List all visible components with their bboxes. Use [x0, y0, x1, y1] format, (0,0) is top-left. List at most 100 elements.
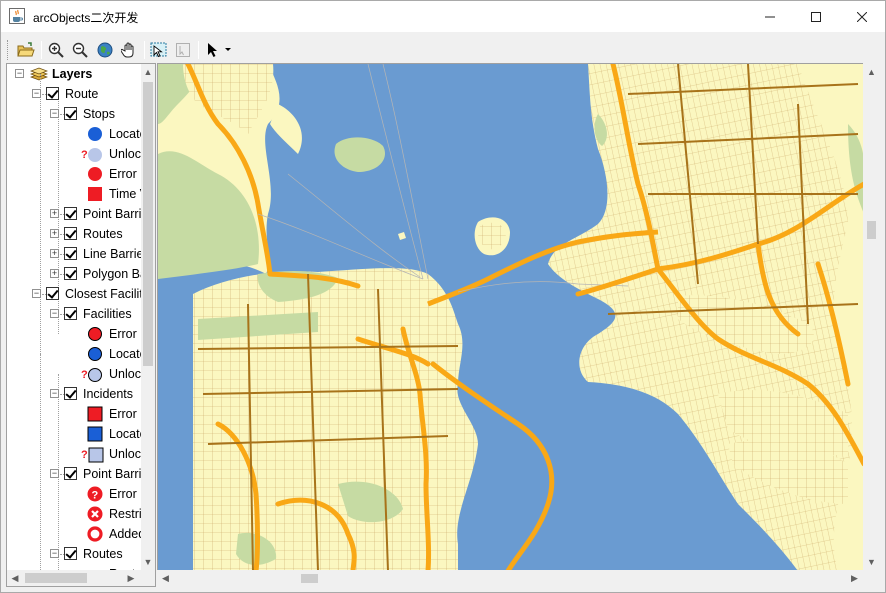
toc-layer-row[interactable]: ? Unlocated: [7, 364, 141, 384]
toc-layer-row[interactable]: − Route: [7, 84, 141, 104]
layer-visibility-checkbox[interactable]: [46, 287, 59, 300]
legend-class-label: Error: [109, 167, 137, 181]
toc-layer-row[interactable]: Located: [7, 424, 141, 444]
toc-layer-row[interactable]: Time Violation: [7, 184, 141, 204]
select-features-button[interactable]: [148, 39, 170, 61]
layer-visibility-checkbox[interactable]: [64, 387, 77, 400]
toc-layer-row[interactable]: − Incidents: [7, 384, 141, 404]
minimize-button[interactable]: [747, 1, 793, 32]
scroll-thumb[interactable]: [143, 82, 153, 366]
scroll-left-arrow-icon[interactable]: ◀: [157, 570, 174, 587]
collapse-toggle[interactable]: −: [32, 89, 41, 98]
collapse-toggle[interactable]: −: [50, 309, 59, 318]
collapse-toggle[interactable]: −: [50, 549, 59, 558]
toc-layer-row[interactable]: Error: [7, 324, 141, 344]
layer-visibility-checkbox[interactable]: [64, 247, 77, 260]
scroll-thumb[interactable]: [25, 573, 87, 583]
full-extent-button[interactable]: [94, 39, 116, 61]
red-square-symbol-icon: [87, 406, 103, 422]
collapse-toggle[interactable]: −: [15, 69, 24, 78]
scroll-up-arrow-icon[interactable]: ▲: [863, 63, 880, 80]
scroll-thumb[interactable]: [867, 221, 876, 239]
title-bar[interactable]: arcObjects二次开发: [1, 1, 885, 32]
unlocated-circle-symbol-icon: ?: [81, 148, 102, 162]
toc-layer-row[interactable]: Located: [7, 124, 141, 144]
layer-name-label: Incidents: [83, 387, 134, 401]
toc-layer-row[interactable]: ? Error: [7, 484, 141, 504]
expand-toggle[interactable]: +: [50, 229, 59, 238]
expand-toggle[interactable]: +: [50, 249, 59, 258]
toc-layer-row[interactable]: Added Cost: [7, 524, 141, 544]
layer-visibility-checkbox[interactable]: [64, 467, 77, 480]
scroll-corner: [863, 570, 880, 587]
globe-icon: [97, 42, 113, 58]
toolbar: [1, 37, 885, 63]
collapse-toggle[interactable]: −: [50, 469, 59, 478]
zoom-out-button[interactable]: [69, 39, 91, 61]
toc-layer-row[interactable]: − Point Barriers: [7, 464, 141, 484]
toc-layer-row[interactable]: + Point Barriers: [7, 204, 141, 224]
layer-visibility-checkbox[interactable]: [64, 307, 77, 320]
layer-name-label: Point Barriers: [83, 467, 141, 481]
map-canvas[interactable]: [158, 64, 863, 570]
scroll-down-arrow-icon[interactable]: ▼: [863, 553, 880, 570]
layer-visibility-checkbox[interactable]: [46, 87, 59, 100]
toc-horizontal-scrollbar[interactable]: ◀ ▶: [7, 570, 141, 586]
toc-layer-row[interactable]: Restricted: [7, 504, 141, 524]
scroll-thumb[interactable]: [301, 574, 318, 583]
scroll-corner: [141, 570, 155, 586]
zoom-in-button[interactable]: [45, 39, 67, 61]
scroll-right-arrow-icon[interactable]: ▶: [123, 570, 139, 586]
toc-layer-row[interactable]: − Stops: [7, 104, 141, 124]
scroll-left-arrow-icon[interactable]: ◀: [7, 570, 23, 586]
clear-selection-button[interactable]: [172, 39, 194, 61]
layer-visibility-checkbox[interactable]: [64, 267, 77, 280]
map-view[interactable]: [157, 63, 863, 570]
map-horizontal-scrollbar[interactable]: ◀ ▶: [157, 570, 863, 587]
expand-toggle[interactable]: +: [50, 209, 59, 218]
layer-name-label: Closest Facility: [65, 287, 141, 301]
legend-class-label: Error: [109, 327, 137, 341]
scroll-right-arrow-icon[interactable]: ▶: [846, 570, 863, 587]
scroll-down-arrow-icon[interactable]: ▼: [141, 554, 155, 570]
red-square-symbol-icon: [88, 187, 102, 201]
collapse-toggle[interactable]: −: [50, 389, 59, 398]
toc-layer-row[interactable]: Located: [7, 344, 141, 364]
pan-hand-icon: [121, 42, 134, 58]
blue-square-symbol-icon: [87, 426, 103, 442]
toc-layer-row[interactable]: − Routes: [7, 544, 141, 564]
toolbar-separator: [144, 41, 145, 59]
toc-tree[interactable]: − Layers −Route−StopsLocated?UnlocatedEr…: [7, 64, 141, 570]
app-window: arcObjects二次开发 − Layers − Route − Stops …: [0, 0, 886, 593]
collapse-toggle[interactable]: −: [32, 289, 41, 298]
layer-visibility-checkbox[interactable]: [64, 227, 77, 240]
toc-layer-row[interactable]: − Closest Facility: [7, 284, 141, 304]
window-title: arcObjects二次开发: [33, 11, 139, 25]
expand-toggle[interactable]: +: [50, 269, 59, 278]
select-tool-dropdown[interactable]: [202, 39, 236, 61]
map-vertical-scrollbar[interactable]: ▲ ▼: [863, 63, 880, 570]
open-document-button[interactable]: [15, 39, 37, 61]
collapse-toggle[interactable]: −: [50, 109, 59, 118]
angel-island: [334, 137, 386, 172]
layer-visibility-checkbox[interactable]: [64, 207, 77, 220]
toc-layer-row[interactable]: − Facilities: [7, 304, 141, 324]
toolbar-grip[interactable]: [7, 40, 9, 60]
layer-visibility-checkbox[interactable]: [64, 547, 77, 560]
maximize-icon: [811, 11, 821, 22]
toc-layer-row[interactable]: ? Unlocated: [7, 144, 141, 164]
maximize-button[interactable]: [793, 1, 839, 32]
toc-layer-row[interactable]: + Routes: [7, 224, 141, 244]
toc-layer-row[interactable]: ? Unlocated: [7, 444, 141, 464]
svg-text:?: ?: [81, 149, 88, 161]
restricted-x-symbol-icon: [87, 506, 103, 522]
toc-layer-row[interactable]: + Line Barriers: [7, 244, 141, 264]
toc-layer-row[interactable]: Error: [7, 404, 141, 424]
pan-button[interactable]: [118, 39, 140, 61]
layer-visibility-checkbox[interactable]: [64, 107, 77, 120]
close-button[interactable]: [839, 1, 885, 32]
toc-layer-row[interactable]: Error: [7, 164, 141, 184]
scroll-up-arrow-icon[interactable]: ▲: [141, 64, 155, 80]
toc-vertical-scrollbar[interactable]: ▲ ▼: [141, 64, 155, 570]
toc-layer-row[interactable]: + Polygon Barriers: [7, 264, 141, 284]
